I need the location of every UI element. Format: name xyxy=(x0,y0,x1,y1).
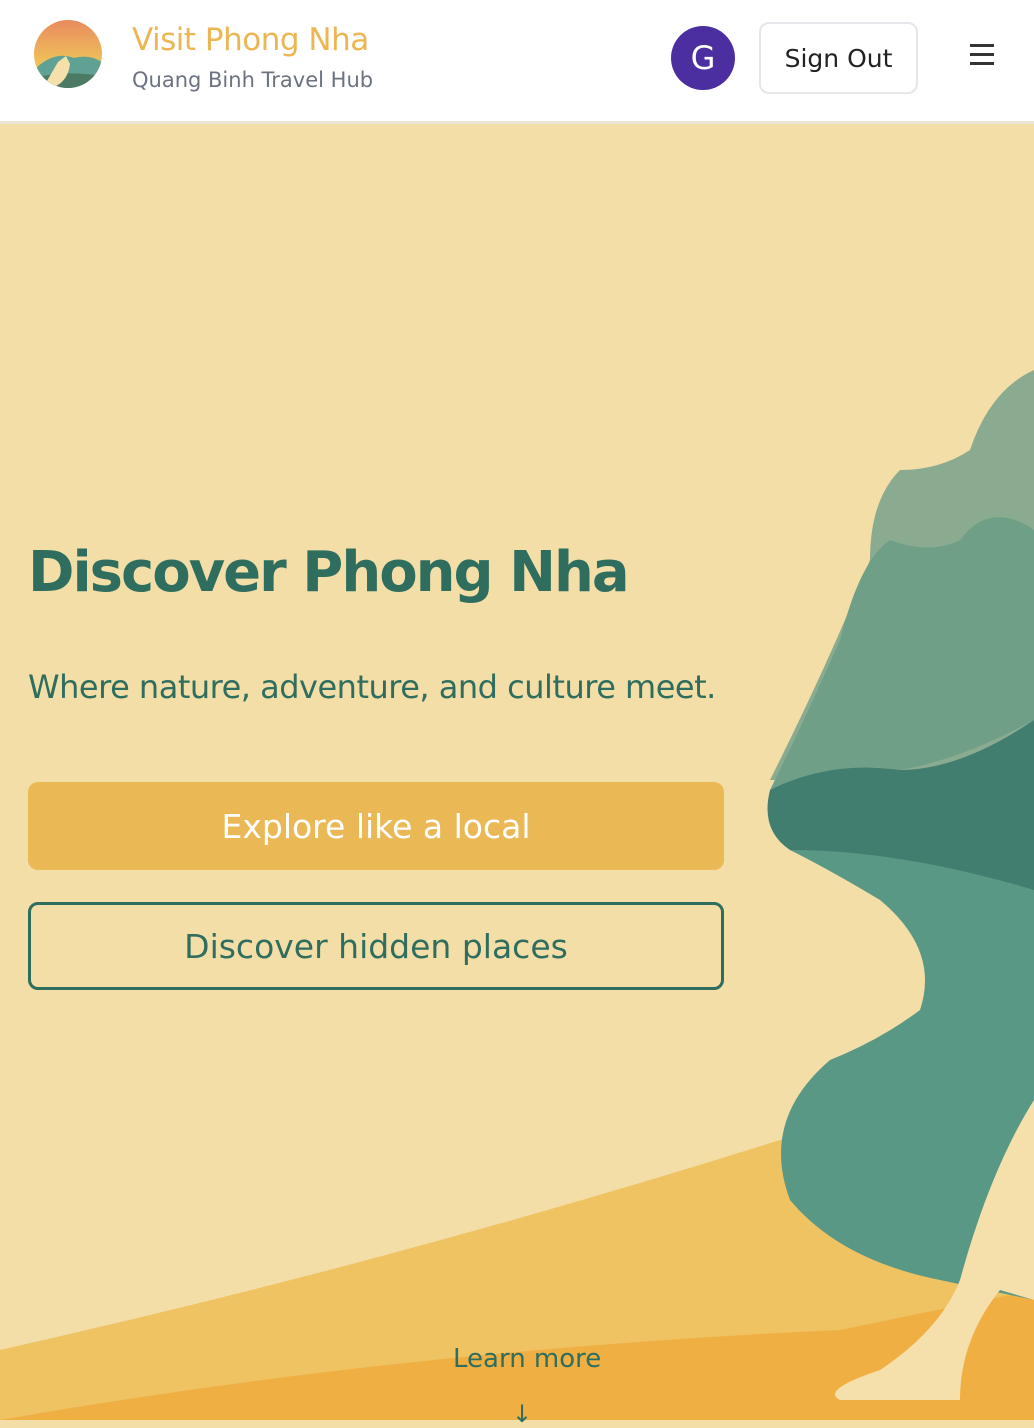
logo[interactable] xyxy=(34,20,102,88)
site-subtitle: Quang Binh Travel Hub xyxy=(132,68,374,92)
avatar[interactable]: G xyxy=(671,26,735,90)
hero-heading: Discover Phong Nha xyxy=(28,540,630,605)
site-title[interactable]: Visit Phong Nha xyxy=(132,22,369,58)
hero-illustration xyxy=(0,370,1034,1420)
hamburger-icon[interactable] xyxy=(966,44,998,72)
explore-button[interactable]: Explore like a local xyxy=(28,782,724,870)
discover-hidden-places-button[interactable]: Discover hidden places xyxy=(28,902,724,990)
learn-more-link[interactable]: Learn more xyxy=(453,1344,601,1374)
arrow-down-icon[interactable]: ↓ xyxy=(512,1400,532,1428)
top-nav: Visit Phong Nha Quang Binh Travel Hub G … xyxy=(0,0,1034,124)
hero-tagline: Where nature, adventure, and culture mee… xyxy=(28,668,716,706)
sign-out-button[interactable]: Sign Out xyxy=(759,22,918,94)
